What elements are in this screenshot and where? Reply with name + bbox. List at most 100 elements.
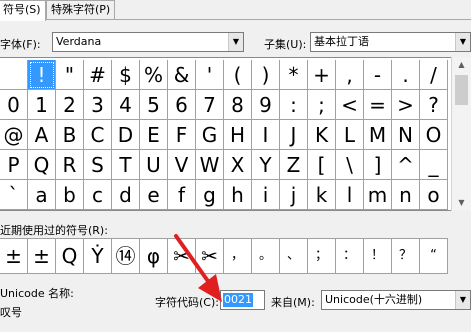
recent-symbol-cell[interactable]: ；	[308, 238, 336, 274]
symbol-cell[interactable]: [	[308, 150, 336, 180]
symbol-cell[interactable]: M	[364, 120, 392, 150]
symbol-cell[interactable]: &	[168, 60, 196, 90]
symbol-cell[interactable]: N	[392, 120, 420, 150]
symbol-cell[interactable]: %	[140, 60, 168, 90]
symbol-cell[interactable]: S	[84, 150, 112, 180]
symbol-cell[interactable]: =	[364, 90, 392, 120]
symbol-cell[interactable]: R	[56, 150, 84, 180]
symbol-cell[interactable]: ;	[308, 90, 336, 120]
scroll-up-icon[interactable]: ▲	[452, 57, 471, 73]
symbol-cell[interactable]: :	[280, 90, 308, 120]
symbol-cell[interactable]: U	[140, 150, 168, 180]
symbol-cell[interactable]: ,	[336, 60, 364, 90]
symbol-cell[interactable]: b	[56, 180, 84, 210]
symbol-cell[interactable]: D	[112, 120, 140, 150]
symbol-cell[interactable]: V	[168, 150, 196, 180]
recent-symbol-cell[interactable]: φ	[140, 238, 168, 274]
symbol-cell[interactable]: ]	[364, 150, 392, 180]
symbol-cell[interactable]: l	[336, 180, 364, 210]
symbol-cell[interactable]: ?	[420, 90, 448, 120]
grid-scrollbar[interactable]: ▲ ▼	[451, 57, 471, 211]
symbol-cell[interactable]: d	[112, 180, 140, 210]
symbol-cell[interactable]: P	[0, 150, 28, 180]
symbol-cell-blank[interactable]	[0, 60, 28, 90]
symbol-cell[interactable]: "	[56, 60, 84, 90]
symbol-cell[interactable]: 9	[252, 90, 280, 120]
symbol-cell[interactable]: T	[112, 150, 140, 180]
symbol-cell[interactable]: 5	[140, 90, 168, 120]
symbol-cell[interactable]: g	[196, 180, 224, 210]
recent-symbol-cell[interactable]: ±	[0, 238, 28, 274]
symbol-cell[interactable]: 2	[56, 90, 84, 120]
symbol-cell[interactable]: f	[168, 180, 196, 210]
symbol-cell[interactable]: 6	[168, 90, 196, 120]
chevron-down-icon[interactable]: ▼	[455, 291, 470, 309]
recent-symbol-cell[interactable]: “	[420, 238, 448, 274]
symbol-cell[interactable]: H	[224, 120, 252, 150]
symbol-cell[interactable]: 3	[84, 90, 112, 120]
recent-symbol-cell[interactable]: ±	[28, 238, 56, 274]
symbol-cell[interactable]: F	[168, 120, 196, 150]
symbol-cell[interactable]: 1	[28, 90, 56, 120]
symbol-cell[interactable]: #	[84, 60, 112, 90]
symbol-cell[interactable]: L	[336, 120, 364, 150]
subset-combobox[interactable]: 基本拉丁语 ▼	[310, 32, 471, 52]
symbol-cell[interactable]: I	[252, 120, 280, 150]
symbol-cell[interactable]: G	[196, 120, 224, 150]
scroll-down-icon[interactable]: ▼	[452, 195, 471, 211]
recent-symbol-cell[interactable]: ：	[336, 238, 364, 274]
scroll-thumb[interactable]	[455, 75, 468, 105]
symbol-cell[interactable]: O	[420, 120, 448, 150]
symbol-cell[interactable]: )	[252, 60, 280, 90]
tab-special-characters[interactable]: 特殊字符(P)	[46, 0, 116, 19]
symbol-cell[interactable]: m	[364, 180, 392, 210]
recent-symbol-cell[interactable]: ？	[392, 238, 420, 274]
symbol-cell[interactable]: A	[28, 120, 56, 150]
symbol-cell[interactable]: /	[420, 60, 448, 90]
tab-symbols[interactable]: 符号(S)	[0, 0, 46, 21]
symbol-cell[interactable]: (	[224, 60, 252, 90]
symbol-cell[interactable]: o	[420, 180, 448, 210]
symbol-cell[interactable]: 0	[0, 90, 28, 120]
symbol-cell[interactable]: @	[0, 120, 28, 150]
symbol-cell[interactable]: h	[224, 180, 252, 210]
recent-symbol-cell[interactable]: 。	[252, 238, 280, 274]
symbol-cell[interactable]: B	[56, 120, 84, 150]
symbol-cell[interactable]: -	[364, 60, 392, 90]
symbol-cell[interactable]: Q	[28, 150, 56, 180]
font-combobox[interactable]: Verdana ▼	[52, 32, 244, 52]
symbol-cell[interactable]: K	[308, 120, 336, 150]
recent-symbol-cell[interactable]: ！	[364, 238, 392, 274]
recent-symbol-cell[interactable]: Ẏ	[84, 238, 112, 274]
symbol-cell[interactable]: +	[308, 60, 336, 90]
recent-symbol-cell[interactable]: ⑭	[112, 238, 140, 274]
symbol-cell[interactable]: Y	[252, 150, 280, 180]
symbol-cell[interactable]: c	[84, 180, 112, 210]
symbol-cell[interactable]: *	[280, 60, 308, 90]
recent-symbol-cell[interactable]: Q	[56, 238, 84, 274]
symbol-cell[interactable]: W	[196, 150, 224, 180]
symbol-cell[interactable]: \	[336, 150, 364, 180]
symbol-cell[interactable]: a	[28, 180, 56, 210]
chevron-down-icon[interactable]: ▼	[228, 33, 243, 51]
recent-symbol-cell[interactable]: 、	[280, 238, 308, 274]
chevron-down-icon[interactable]: ▼	[455, 33, 470, 51]
symbol-cell[interactable]: ^	[392, 150, 420, 180]
symbol-cell[interactable]: <	[336, 90, 364, 120]
symbol-cell[interactable]: 4	[112, 90, 140, 120]
symbol-cell[interactable]: >	[392, 90, 420, 120]
symbol-cell[interactable]: J	[280, 120, 308, 150]
symbol-cell[interactable]: X	[224, 150, 252, 180]
symbol-cell[interactable]: 8	[224, 90, 252, 120]
symbol-cell[interactable]: .	[392, 60, 420, 90]
symbol-cell[interactable]: _	[420, 150, 448, 180]
symbol-cell[interactable]: !	[28, 60, 56, 90]
symbol-cell[interactable]: '	[196, 60, 224, 90]
from-combobox[interactable]: Unicode(十六进制) ▼	[321, 290, 471, 310]
symbol-cell[interactable]: C	[84, 120, 112, 150]
symbol-cell[interactable]: e	[140, 180, 168, 210]
symbol-cell[interactable]: $	[112, 60, 140, 90]
symbol-cell[interactable]: n	[392, 180, 420, 210]
symbol-cell[interactable]: E	[140, 120, 168, 150]
symbol-cell[interactable]: `	[0, 180, 28, 210]
